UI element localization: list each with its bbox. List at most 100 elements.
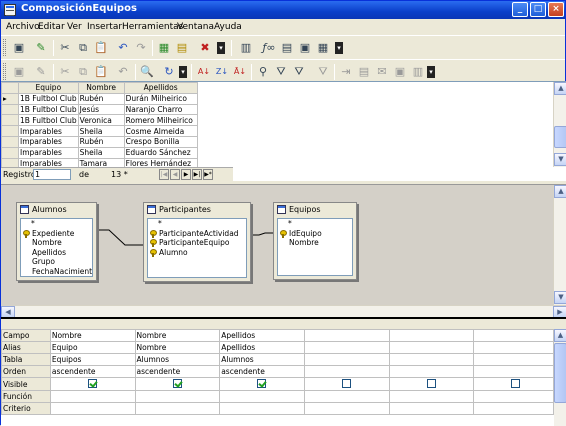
field-item[interactable]: ParticipanteEquipo <box>148 238 246 248</box>
cell-nombre[interactable]: Rubén <box>77 135 125 148</box>
alias-icon[interactable]: ▣ <box>297 40 313 56</box>
toolbar-dropdown-arrow[interactable]: ▾ <box>427 66 435 78</box>
field-item[interactable]: * <box>21 219 92 229</box>
table-window-header[interactable]: Equipos <box>274 203 356 217</box>
toolbar-dropdown-arrow[interactable]: ▾ <box>217 42 225 54</box>
relation-line[interactable] <box>251 232 273 236</box>
cell-apellidos[interactable]: Eduardo Sánchez <box>123 146 198 159</box>
remove-filter-icon[interactable]: ⛛ <box>291 64 307 80</box>
cell-campo[interactable] <box>388 329 475 342</box>
cell-tabla[interactable] <box>473 353 554 366</box>
query-grid-vertical-scrollbar[interactable]: ▲ <box>554 329 566 426</box>
scroll-down-icon[interactable]: ▼ <box>554 153 566 166</box>
cell-equipo[interactable]: 1B Fultbol Club <box>18 103 79 116</box>
title-bar[interactable]: ComposiciónEquipos _ □ × <box>1 1 565 19</box>
field-item[interactable]: Apellidos <box>21 248 92 258</box>
menu-ventana[interactable]: Ventana <box>177 22 214 32</box>
cell-apellidos[interactable]: Naranjo Charro <box>123 103 198 116</box>
data-to-text-icon[interactable]: ⇥ <box>338 64 354 80</box>
query-app-icon[interactable] <box>4 4 16 16</box>
cell-orden[interactable] <box>388 365 475 378</box>
scroll-thumb[interactable] <box>554 343 566 403</box>
field-item[interactable]: Alumno <box>148 248 246 258</box>
cell-criterio[interactable] <box>219 402 305 415</box>
cell-tabla[interactable] <box>388 353 475 366</box>
column-header[interactable]: Equipo <box>18 82 79 94</box>
field-item[interactable]: IdEquipo <box>278 229 352 239</box>
next-record-button[interactable]: ▶ <box>181 169 191 180</box>
cell-nombre[interactable]: Veronica <box>77 114 125 127</box>
field-item[interactable]: Nombre <box>278 238 352 248</box>
row-header[interactable] <box>1 146 19 159</box>
table-window-participantes[interactable]: Participantes * ParticipanteActividad Pa… <box>143 202 251 282</box>
explorer-icon[interactable]: ▥ <box>410 64 426 80</box>
distinct-icon[interactable]: ▦ <box>315 40 331 56</box>
sort-icon[interactable]: Ā↓ <box>232 64 248 80</box>
cell-criterio[interactable] <box>49 402 136 415</box>
cell-orden[interactable] <box>303 365 390 378</box>
table-row[interactable]: ▸ 1B Fultbol Club Rubén Durán Milheirico <box>1 92 198 105</box>
menu-editar[interactable]: Editar <box>38 22 65 32</box>
close-button[interactable]: × <box>548 2 564 17</box>
table-row[interactable]: Imparables Sheila Cosme Almeida <box>1 125 198 137</box>
scroll-up-icon[interactable]: ▲ <box>554 185 566 198</box>
column-header[interactable]: Nombre <box>77 82 125 94</box>
paste-icon[interactable]: 📋 <box>93 64 109 80</box>
first-record-button[interactable]: |◀ <box>159 169 169 180</box>
visible-checkbox[interactable] <box>257 379 267 388</box>
cell-funcion[interactable] <box>388 390 475 403</box>
minimize-button[interactable]: _ <box>512 2 528 17</box>
cell-equipo[interactable]: 1B Fultbol Club <box>18 114 79 127</box>
field-item[interactable]: Nombre <box>21 238 92 248</box>
menu-archivo[interactable]: Archivo <box>6 22 40 32</box>
visible-checkbox[interactable] <box>511 379 521 388</box>
row-header[interactable]: ▸ <box>1 92 19 105</box>
scroll-down-icon[interactable]: ▼ <box>554 291 566 304</box>
cut-icon[interactable]: ✂ <box>57 64 73 80</box>
maximize-button[interactable]: □ <box>530 2 546 17</box>
cell-funcion[interactable] <box>49 390 136 403</box>
field-item[interactable]: * <box>278 219 352 229</box>
add-table-icon[interactable]: ▥ <box>238 40 254 56</box>
row-header[interactable] <box>1 135 19 148</box>
table-window-equipos[interactable]: Equipos * IdEquipo Nombre <box>273 202 357 280</box>
cell-alias[interactable]: Apellidos <box>219 341 305 354</box>
design-view-icon[interactable]: ▦ <box>156 40 172 56</box>
cell-orden[interactable]: ascendente <box>219 365 305 378</box>
undo-icon[interactable]: ↶ <box>115 64 131 80</box>
table-row[interactable]: Imparables Sheila Eduardo Sánchez <box>1 146 198 159</box>
table-row[interactable]: 1B Fultbol Club Jesús Naranjo Charro <box>1 103 198 116</box>
edit-icon[interactable]: ✎ <box>33 40 49 56</box>
cell-apellidos[interactable]: Romero Milheirico <box>123 114 198 127</box>
cell-equipo[interactable]: Imparables <box>18 135 79 148</box>
new-record-button[interactable]: ▶* <box>203 169 213 180</box>
cell-criterio[interactable] <box>473 402 554 415</box>
standard-filter-icon[interactable]: ⛛ <box>273 64 289 80</box>
table-window-header[interactable]: Alumnos <box>17 203 96 217</box>
copy-icon[interactable]: ⧉ <box>75 64 91 80</box>
cell-funcion[interactable] <box>473 390 554 403</box>
cell-funcion[interactable] <box>219 390 305 403</box>
sort-ascending-icon[interactable]: A↓ <box>196 64 212 80</box>
field-item[interactable]: Expediente <box>21 229 92 239</box>
visible-checkbox[interactable] <box>341 379 351 388</box>
data-to-fields-icon[interactable]: ▤ <box>356 64 372 80</box>
toolbar-dropdown-arrow[interactable]: ▾ <box>335 42 343 54</box>
row-header-corner[interactable] <box>1 82 19 94</box>
cell-orden[interactable] <box>473 365 554 378</box>
scroll-up-icon[interactable]: ▲ <box>554 82 566 95</box>
cell-nombre[interactable]: Sheila <box>77 125 125 137</box>
menu-insertar[interactable]: Insertar <box>87 22 122 32</box>
cell-apellidos[interactable]: Cosme Almeida <box>123 125 198 137</box>
find-icon[interactable]: 🔍 <box>139 64 155 80</box>
autofilter-icon[interactable]: ⚲ <box>255 64 271 80</box>
row-header[interactable] <box>1 114 19 127</box>
cell-tabla[interactable]: Equipos <box>49 353 136 366</box>
paste-icon[interactable]: 📋 <box>93 40 109 56</box>
cell-nombre[interactable]: Rubén <box>77 92 125 105</box>
cell-nombre[interactable]: Sheila <box>77 146 125 159</box>
cell-equipo[interactable]: Imparables <box>18 125 79 137</box>
data-grid-vertical-scrollbar[interactable]: ▲ ▼ <box>553 82 566 167</box>
field-item[interactable]: * <box>148 219 246 229</box>
redo-icon[interactable]: ↷ <box>133 40 149 56</box>
